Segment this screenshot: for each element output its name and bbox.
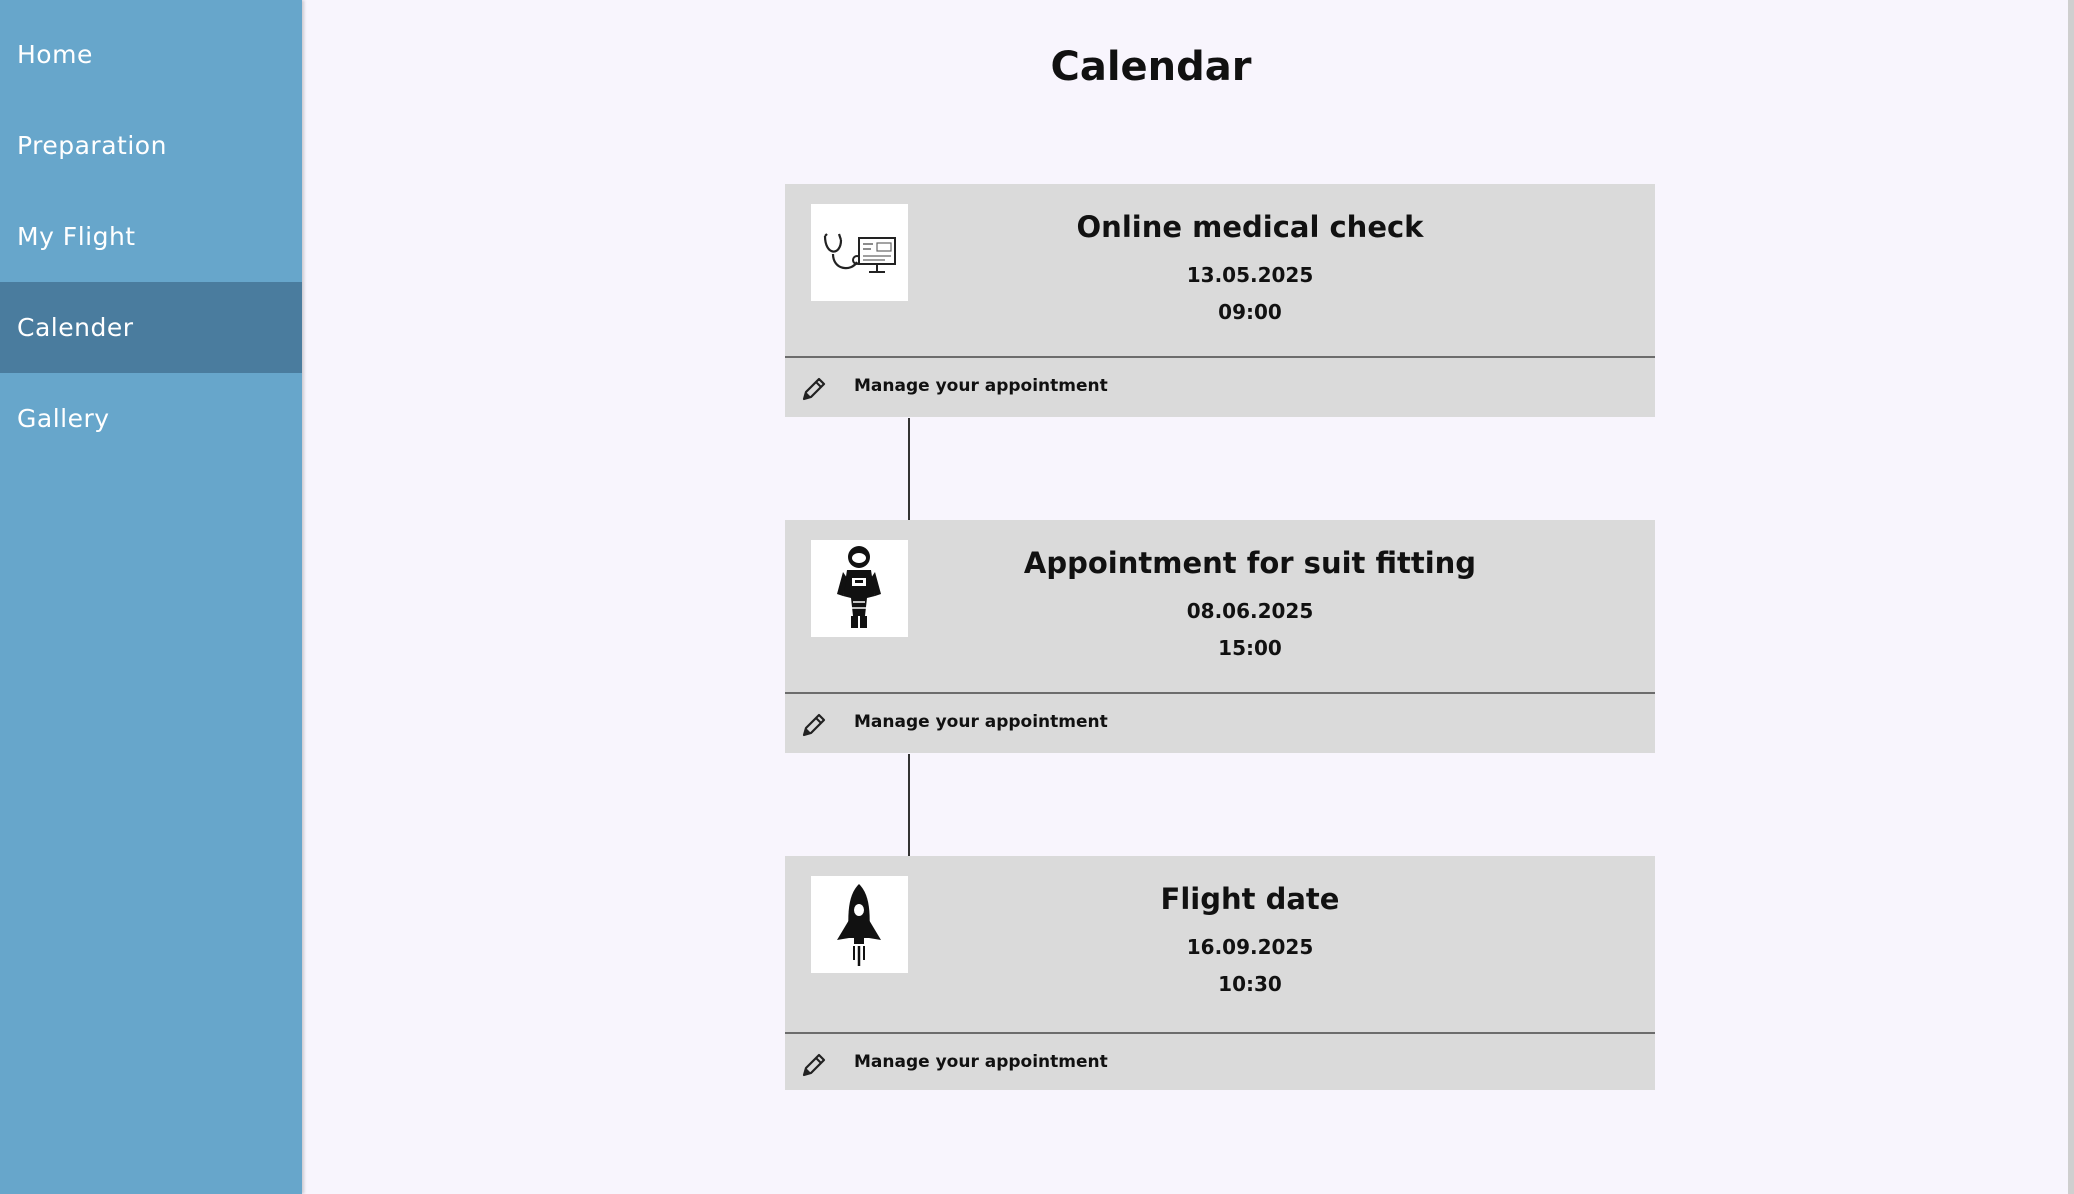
sidebar-item-calender[interactable]: Calender xyxy=(0,282,302,373)
appointment-title: Appointment for suit fitting xyxy=(1023,546,1477,580)
appointment-card-body: Online medical check 13.05.2025 09:00 xyxy=(785,184,1655,358)
pencil-icon xyxy=(802,713,826,737)
manage-appointment-label: Manage your appointment xyxy=(854,1052,1108,1072)
appointment-title: Flight date xyxy=(1160,882,1340,916)
scrollbar-track[interactable] xyxy=(2068,0,2074,1194)
manage-appointment-button[interactable]: Manage your appointment xyxy=(785,358,1655,417)
appointment-card-body: Flight date 16.09.2025 10:30 xyxy=(785,856,1655,1034)
timeline-connector xyxy=(908,754,910,856)
appointment-card: Appointment for suit fitting 08.06.2025 … xyxy=(785,520,1655,753)
manage-appointment-button[interactable]: Manage your appointment xyxy=(785,694,1655,753)
sidebar-item-my-flight[interactable]: My Flight xyxy=(0,191,302,282)
appointment-date: 16.09.2025 xyxy=(1186,935,1314,959)
manage-appointment-label: Manage your appointment xyxy=(854,376,1108,396)
appointment-time: 15:00 xyxy=(1218,636,1282,660)
manage-appointment-button[interactable]: Manage your appointment xyxy=(785,1034,1655,1090)
appointment-title: Online medical check xyxy=(1076,210,1424,244)
appointment-date: 13.05.2025 xyxy=(1186,263,1314,287)
appointment-card: Online medical check 13.05.2025 09:00 Ma… xyxy=(785,184,1655,417)
appointment-time: 10:30 xyxy=(1218,972,1282,996)
pencil-icon xyxy=(802,377,826,401)
sidebar: Home Preparation My Flight Calender Gall… xyxy=(0,0,302,1194)
appointment-date: 08.06.2025 xyxy=(1186,599,1314,623)
sidebar-item-preparation[interactable]: Preparation xyxy=(0,100,302,191)
manage-appointment-label: Manage your appointment xyxy=(854,712,1108,732)
page-title: Calendar xyxy=(1050,44,1252,90)
timeline-connector xyxy=(908,418,910,520)
sidebar-item-gallery[interactable]: Gallery xyxy=(0,373,302,464)
sidebar-item-home[interactable]: Home xyxy=(0,9,302,100)
appointment-card: Flight date 16.09.2025 10:30 Manage your… xyxy=(785,856,1655,1090)
appointment-card-body: Appointment for suit fitting 08.06.2025 … xyxy=(785,520,1655,694)
pencil-icon xyxy=(802,1053,826,1077)
appointment-time: 09:00 xyxy=(1218,300,1282,324)
